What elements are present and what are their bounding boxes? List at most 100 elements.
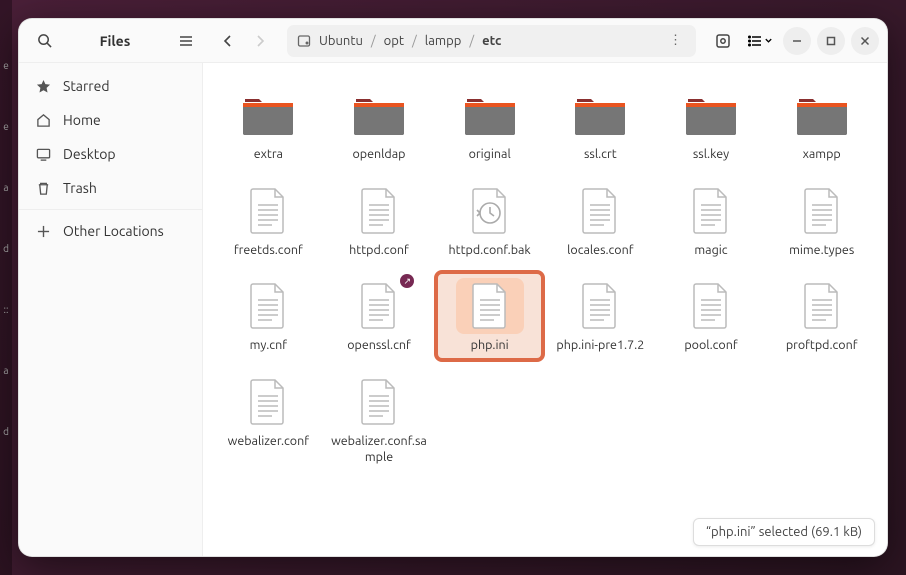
forward-button[interactable] [245, 26, 275, 56]
star-icon [35, 78, 51, 94]
file-item[interactable]: httpd.conf [326, 177, 433, 265]
item-label: openssl.cnf [347, 338, 411, 354]
chevron-down-icon [764, 36, 773, 45]
breadcrumb-more-button[interactable]: ⋮ [665, 33, 686, 48]
file-item[interactable]: my.cnf [215, 272, 322, 360]
sidebar-item-label: Desktop [63, 146, 116, 162]
plus-icon [35, 223, 51, 239]
file-item[interactable]: ↗openssl.cnf [326, 272, 433, 360]
file-icon [234, 374, 302, 430]
file-item[interactable]: webalizer.conf [215, 368, 322, 471]
breadcrumb-item[interactable]: etc [478, 32, 505, 50]
file-item[interactable]: mime.types [768, 177, 875, 265]
chevron-left-icon [222, 35, 234, 47]
disk-icon [297, 34, 311, 48]
breadcrumb-item[interactable]: opt [380, 32, 408, 50]
home-icon [35, 112, 51, 128]
file-icon [677, 278, 745, 334]
file-icon [234, 183, 302, 239]
hamburger-icon [179, 34, 193, 48]
sidebar-item-trash[interactable]: Trash [19, 171, 202, 205]
close-icon [860, 36, 870, 46]
item-label: ssl.crt [584, 147, 617, 163]
file-item[interactable]: locales.conf [547, 177, 654, 265]
item-label: pool.conf [684, 338, 737, 354]
sidebar-item-label: Starred [63, 78, 110, 94]
item-label: magic [694, 243, 727, 259]
maximize-button[interactable] [817, 27, 845, 55]
file-item[interactable]: httpd.conf.bak [436, 177, 543, 265]
item-label: original [469, 147, 511, 163]
folder-item[interactable]: xampp [768, 81, 875, 169]
focus-mode-button[interactable] [708, 26, 738, 56]
search-icon [37, 33, 52, 48]
folder-item[interactable]: original [436, 81, 543, 169]
file-icon [234, 278, 302, 334]
item-label: freetds.conf [234, 243, 303, 259]
sidebar-item-starred[interactable]: Starred [19, 69, 202, 103]
item-label: openldap [352, 147, 405, 163]
sidebar-item-other-locations[interactable]: Other Locations [19, 214, 202, 248]
item-label: webalizer.conf.sample [331, 434, 427, 465]
view-mode-button[interactable] [744, 34, 777, 48]
item-label: extra [254, 147, 283, 163]
file-item[interactable]: magic [658, 177, 765, 265]
focus-icon [715, 33, 731, 49]
minimize-icon [792, 36, 802, 46]
item-label: proftpd.conf [786, 338, 858, 354]
file-icon [456, 183, 524, 239]
folder-icon [566, 87, 634, 143]
file-item[interactable]: php.ini-pre1.7.2 [547, 272, 654, 360]
folder-item[interactable]: ssl.key [658, 81, 765, 169]
sidebar-item-label: Trash [63, 180, 97, 196]
file-item[interactable]: freetds.conf [215, 177, 322, 265]
item-label: php.ini-pre1.7.2 [556, 338, 644, 354]
list-icon [748, 34, 762, 48]
item-label: webalizer.conf [228, 434, 309, 450]
file-icon [788, 278, 856, 334]
file-icon [566, 183, 634, 239]
folder-item[interactable]: ssl.crt [547, 81, 654, 169]
close-button[interactable] [851, 27, 879, 55]
status-bar: “php.ini” selected (69.1 kB) [693, 518, 875, 546]
folder-item[interactable]: openldap [326, 81, 433, 169]
item-label: locales.conf [567, 243, 633, 259]
sidebar-item-home[interactable]: Home [19, 103, 202, 137]
file-icon [345, 374, 413, 430]
minimize-button[interactable] [783, 27, 811, 55]
back-button[interactable] [213, 26, 243, 56]
folder-icon [677, 87, 745, 143]
desktop-icon [35, 146, 51, 162]
file-item[interactable]: webalizer.conf.sample [326, 368, 433, 471]
sidebar-item-label: Home [63, 112, 101, 128]
file-item[interactable]: pool.conf [658, 272, 765, 360]
search-button[interactable] [29, 26, 59, 56]
item-label: mime.types [789, 243, 854, 259]
item-label: my.cnf [250, 338, 287, 354]
folder-item[interactable]: extra [215, 81, 322, 169]
content-area[interactable]: extra openldap original ssl.crt ssl.key … [203, 63, 887, 556]
files-window: Files Ubuntu / opt / lampp [18, 18, 888, 557]
file-item[interactable]: proftpd.conf [768, 272, 875, 360]
folder-icon [345, 87, 413, 143]
file-icon [456, 278, 524, 334]
trash-icon [35, 180, 51, 196]
breadcrumb[interactable]: Ubuntu / opt / lampp / etc ⋮ [287, 25, 696, 57]
breadcrumb-item[interactable]: Ubuntu [315, 32, 367, 50]
item-label: xampp [803, 147, 841, 163]
item-label: httpd.conf.bak [449, 243, 531, 259]
hamburger-button[interactable] [171, 26, 201, 56]
file-icon [345, 183, 413, 239]
file-item[interactable]: php.ini [436, 272, 543, 360]
sidebar-item-desktop[interactable]: Desktop [19, 137, 202, 171]
sidebar-item-label: Other Locations [63, 223, 164, 239]
desktop-dock: e e a d :: a d [0, 0, 12, 575]
maximize-icon [826, 36, 836, 46]
folder-icon [456, 87, 524, 143]
status-text: “php.ini” selected (69.1 kB) [706, 525, 862, 539]
file-icon [788, 183, 856, 239]
item-label: ssl.key [693, 147, 729, 163]
item-label: php.ini [471, 338, 509, 354]
breadcrumb-item[interactable]: lampp [421, 32, 466, 50]
file-icon [566, 278, 634, 334]
